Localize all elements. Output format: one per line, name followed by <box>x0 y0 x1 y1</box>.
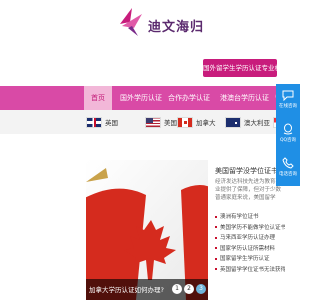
sidebar-item-online-chat[interactable]: 在线咨询 <box>276 84 300 118</box>
sidebar-item-phone[interactable]: 电话咨询 <box>276 152 300 186</box>
country-uk[interactable]: 英国 <box>86 116 118 128</box>
nav-item-joint-program[interactable]: 合作办学认证 <box>168 86 210 110</box>
country-label: 英国 <box>105 119 118 127</box>
list-item[interactable]: 英国留学学位证书无法获得 <box>215 265 285 276</box>
canada-flag-icon <box>177 116 193 128</box>
country-canada[interactable]: 加拿大 <box>177 116 216 128</box>
slider-dot-2[interactable]: 2 <box>184 284 194 294</box>
list-item[interactable]: 美国学历不能做学位认证书 <box>215 223 285 234</box>
article-title[interactable]: 美国留学没学位证书 <box>215 166 278 176</box>
uk-flag-icon <box>86 116 102 128</box>
contact-sidebar: 在线咨询 QQ咨询 电话咨询 <box>276 84 300 186</box>
news-slider[interactable]: 加拿大学历认证如何办理? 1 2 3 4 <box>86 160 208 300</box>
list-item[interactable]: 马来西亚学历认证办理 <box>215 233 285 244</box>
qq-icon <box>283 123 293 135</box>
logo-text: 迪文海归 <box>148 20 205 35</box>
slider-caption-bar: 加拿大学历认证如何办理? 1 2 3 4 <box>86 279 208 300</box>
country-bar: 英国 美国 加拿大 澳大利亚 新加 <box>0 110 300 134</box>
chat-icon <box>282 90 294 101</box>
nav-item-foreign-degree[interactable]: 国外学历认证 <box>120 86 162 110</box>
nav-item-home[interactable]: 首页 <box>84 86 112 110</box>
sidebar-label: 在线咨询 <box>279 104 297 109</box>
country-label: 美国 <box>164 119 177 127</box>
country-australia[interactable]: 澳大利亚 <box>225 116 270 128</box>
site-logo[interactable]: 迪文海归 <box>118 6 208 46</box>
phone-icon <box>282 157 294 169</box>
main-nav: 首页 国外学历认证 合作办学认证 港澳台学历认证 留 <box>0 86 300 110</box>
sidebar-item-qq[interactable]: QQ咨询 <box>276 118 300 152</box>
list-item[interactable]: 澳洲有学位证书 <box>215 212 285 223</box>
slider-dot-1[interactable]: 1 <box>172 284 182 294</box>
page: 迪文海归 国外留学生学历认证专业机构 首页 国外学历认证 合作办学认证 港澳台学… <box>0 0 300 300</box>
list-item[interactable]: 国家留学生学历认证 <box>215 254 285 265</box>
country-us[interactable]: 美国 <box>145 116 177 128</box>
australia-flag-icon <box>225 116 241 128</box>
slogan-banner: 国外留学生学历认证专业机构 <box>203 59 277 77</box>
country-label: 加拿大 <box>196 119 216 127</box>
nav-item-hk-macau-taiwan[interactable]: 港澳台学历认证 <box>220 86 269 110</box>
slider-dot-3[interactable]: 3 <box>196 284 206 294</box>
bird-logo-icon <box>120 8 142 36</box>
country-label: 澳大利亚 <box>244 119 270 127</box>
sidebar-label: 电话咨询 <box>279 172 297 177</box>
slider-caption[interactable]: 加拿大学历认证如何办理? <box>89 284 164 294</box>
list-item[interactable]: 国家学历认证所需材料 <box>215 244 285 255</box>
sidebar-label: QQ咨询 <box>279 138 297 143</box>
us-flag-icon <box>145 116 161 128</box>
article-description: 经济发达科技先进为教育事业提供了保障，但对于少数普通家庭来说，美国留学 <box>215 179 282 201</box>
article-list: 澳洲有学位证书 美国学历不能做学位认证书 马来西亚学历认证办理 国家学历认证所需… <box>215 212 285 275</box>
